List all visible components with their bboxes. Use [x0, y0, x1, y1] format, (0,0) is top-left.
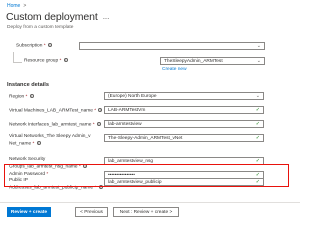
resource-group-select[interactable]: TheSleepyAdmin_ARMTest ⌄	[160, 57, 265, 65]
chevron-down-icon: ⌄	[256, 43, 261, 49]
breadcrumb: Home >	[7, 3, 26, 9]
vnet-name-label: Virtual Networks_The Sleepy Admin_v Net_n…	[9, 134, 91, 146]
tree-connector-horizontal	[13, 62, 22, 63]
chevron-down-icon: ⌄	[255, 93, 260, 99]
info-icon: i	[63, 58, 68, 62]
subscription-select[interactable]: ⌄	[79, 42, 265, 50]
check-icon: ✓	[255, 121, 260, 127]
tree-connector-vertical	[13, 52, 14, 62]
page-title: Custom deployment	[6, 11, 98, 23]
check-icon: ✓	[255, 107, 260, 113]
next-review-create-button[interactable]: Next : Review + create >	[113, 207, 179, 217]
subscription-label: Subscription * i	[16, 43, 52, 49]
page-subtitle: Deploy from a custom template	[7, 25, 74, 30]
region-select[interactable]: (Europe) North Europe ⌄	[104, 92, 264, 100]
region-label: Region * i	[9, 94, 34, 100]
nic-name-input[interactable]: lab-armtestview ✓	[104, 120, 264, 128]
vnet-name-input[interactable]: The-Sleepy-Admin_ARMTest_vNet ✓	[104, 134, 264, 142]
check-icon: ✓	[255, 172, 260, 178]
breadcrumb-home-link[interactable]: Home	[7, 3, 20, 9]
chevron-down-icon: ⌄	[256, 58, 261, 64]
info-icon: i	[29, 94, 34, 98]
nic-name-label: Network Interfaces_lab_armtest_name * i	[9, 122, 101, 128]
resource-group-label: Resource group * i	[24, 58, 68, 64]
check-icon: ✓	[255, 135, 260, 141]
info-icon: i	[98, 108, 103, 112]
instance-details-heading: Instance details	[7, 82, 49, 88]
previous-button[interactable]: < Previous	[75, 207, 108, 217]
vm-name-input[interactable]: LAB-ARMTestVm ✓	[104, 106, 264, 114]
review-create-button[interactable]: Review + create	[7, 207, 51, 217]
vm-name-label: Virtual Machines_LAB_ARMTest_name * i	[9, 108, 103, 114]
info-icon: i	[96, 122, 101, 126]
footer-divider	[0, 202, 300, 203]
info-icon: i	[36, 140, 41, 145]
admin-password-label: Admin Password *	[9, 172, 49, 177]
more-options-button[interactable]: ...	[103, 13, 110, 21]
admin-password-input[interactable]: •••••••••••••••• ✓	[104, 171, 264, 179]
breadcrumb-separator: >	[23, 3, 27, 9]
info-icon: i	[47, 43, 52, 47]
create-new-resource-group-link[interactable]: Create new	[162, 67, 187, 72]
title-row: Custom deployment ...	[6, 11, 109, 23]
